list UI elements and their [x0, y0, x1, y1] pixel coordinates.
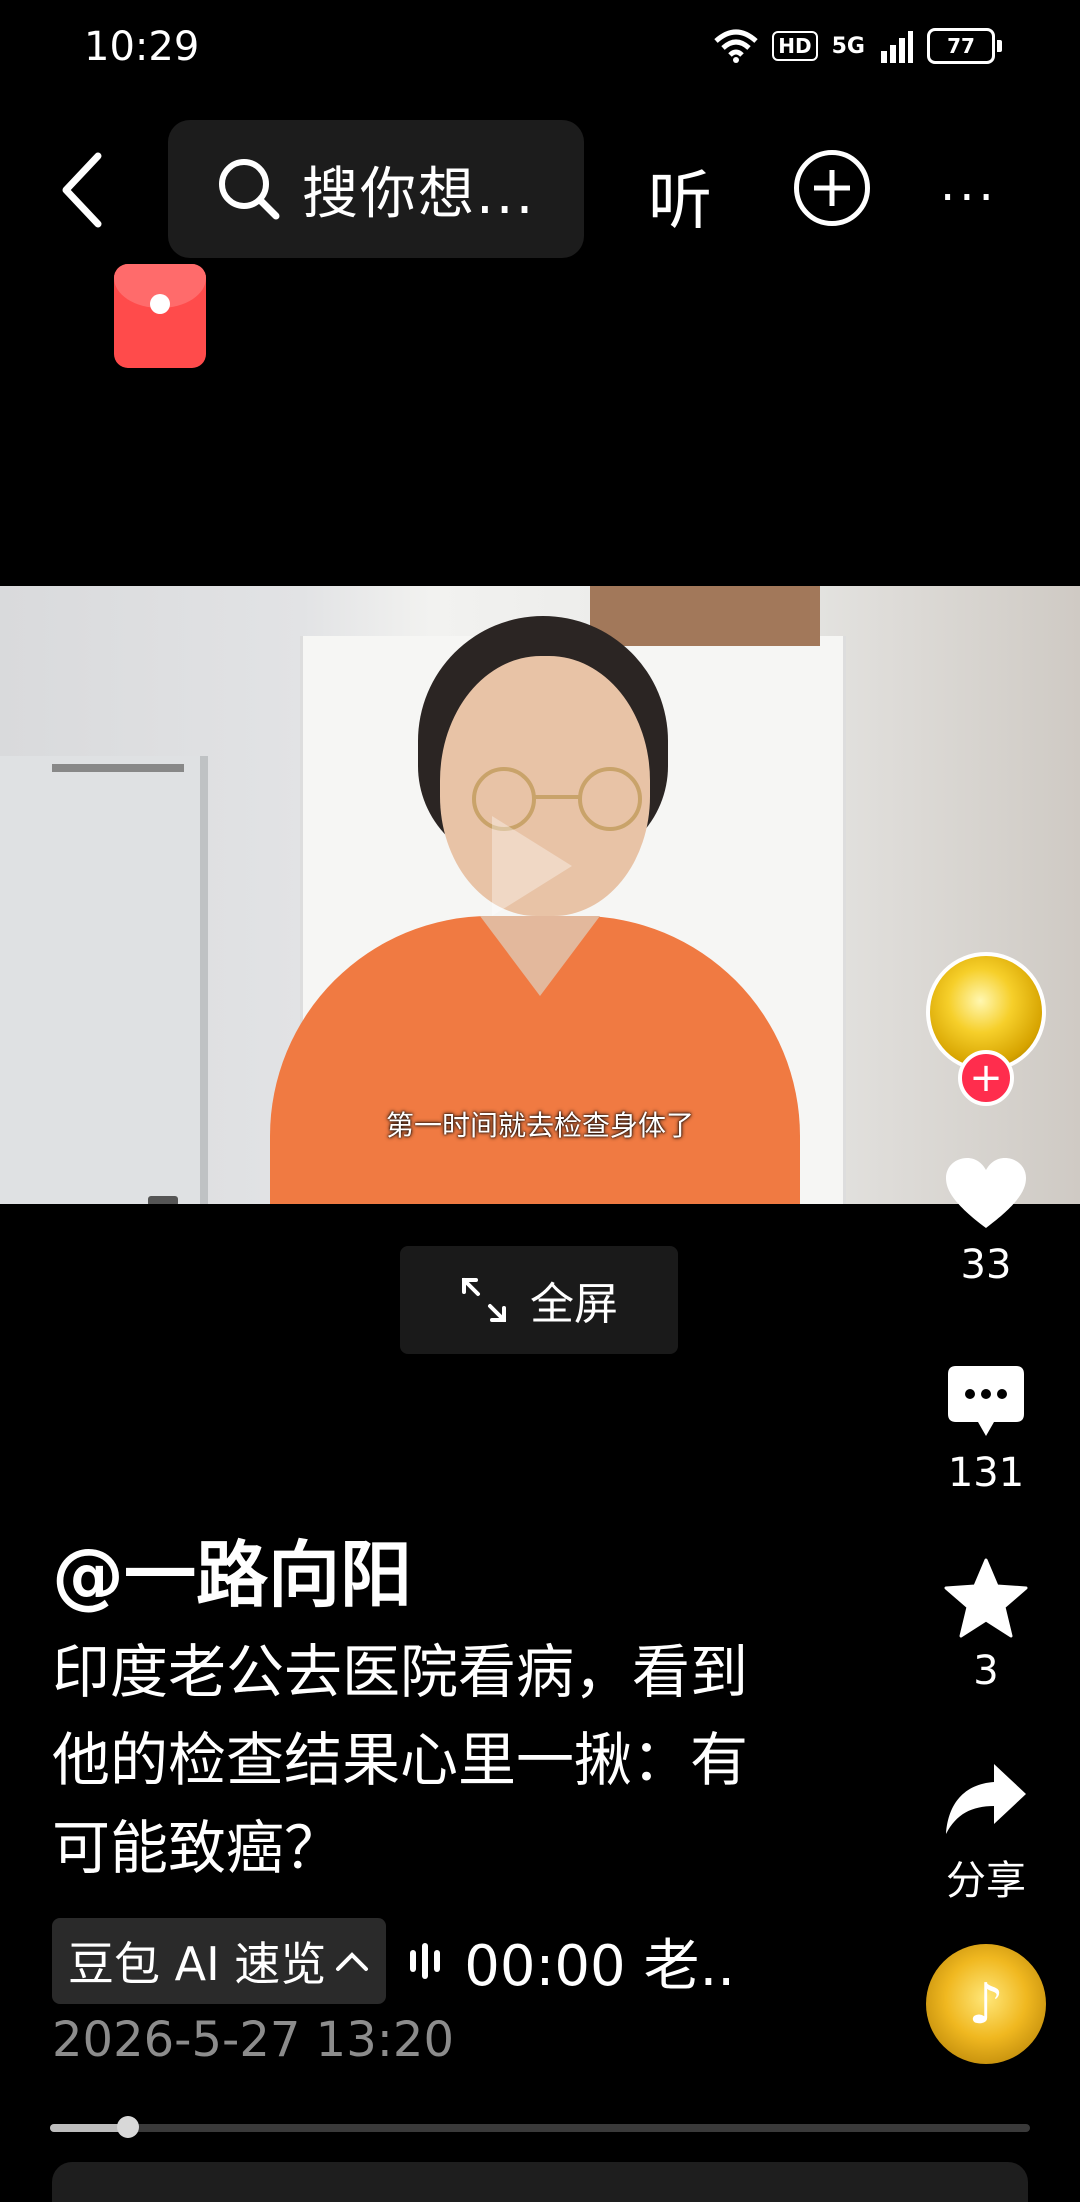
video-progress-bar[interactable] — [50, 2116, 1030, 2138]
fullscreen-button[interactable]: 全屏 — [400, 1246, 678, 1354]
status-bar: 10:29 HD 5G 77 — [0, 0, 1080, 100]
comment-button[interactable]: 131 — [936, 1364, 1036, 1496]
status-icons: HD 5G 77 — [714, 28, 1002, 64]
ai-summary-text: 00:00 老.. — [464, 1933, 736, 1999]
like-button[interactable]: 33 — [936, 1156, 1036, 1288]
music-disc-icon[interactable]: ♪ — [926, 1944, 1046, 2064]
ai-summary-row: 豆包 AI 速览 00:00 老.. — [52, 1918, 735, 2004]
hd-icon: HD — [772, 31, 818, 61]
chevron-up-icon — [336, 1952, 369, 1971]
progress-knob[interactable] — [117, 2116, 140, 2138]
signal-icon — [881, 31, 913, 63]
favorite-count: 3 — [973, 1648, 999, 1694]
comment-input-bar[interactable] — [52, 2162, 1028, 2202]
wifi-icon — [714, 29, 758, 63]
star-icon — [944, 1558, 1028, 1638]
red-packet-icon[interactable] — [114, 264, 206, 368]
comment-icon — [948, 1366, 1024, 1436]
video-player[interactable]: 第一时间就去检查身体了 — [0, 586, 1080, 1204]
post-caption: 印度老公去医院看病，看到他的检查结果心里一揪：有可能致癌？ — [52, 1638, 749, 1882]
network-label: 5G — [831, 33, 865, 59]
battery-icon: 77 — [927, 28, 1002, 64]
share-icon — [946, 1764, 1026, 1834]
author-name[interactable]: @一路向阳 — [52, 1516, 412, 1621]
plus-circle-icon[interactable] — [794, 150, 870, 226]
follow-plus-icon[interactable]: + — [958, 1050, 1014, 1106]
back-arrow-icon[interactable] — [54, 150, 114, 230]
play-icon[interactable] — [492, 816, 572, 916]
share-button[interactable]: 分享 — [936, 1762, 1036, 1906]
expand-icon — [462, 1278, 506, 1322]
battery-level: 77 — [927, 28, 995, 64]
fullscreen-label: 全屏 — [530, 1279, 618, 1330]
status-time: 10:29 — [84, 24, 200, 70]
heart-icon — [946, 1158, 1026, 1228]
share-label: 分享 — [946, 1858, 1026, 1904]
video-subtitle: 第一时间就去检查身体了 — [385, 1109, 694, 1142]
post-date: 2026-5-27 13:20 — [52, 2012, 454, 2068]
search-bar[interactable]: 搜你想... — [168, 120, 584, 258]
like-count: 33 — [960, 1242, 1012, 1288]
more-icon[interactable]: ··· — [940, 170, 998, 226]
listen-button[interactable]: 听 — [648, 150, 712, 242]
favorite-button[interactable]: 3 — [936, 1558, 1036, 1694]
comment-count: 131 — [947, 1450, 1025, 1496]
search-icon — [219, 159, 280, 220]
ai-summary-button[interactable]: 豆包 AI 速览 — [52, 1918, 387, 2004]
ai-summary-label: 豆包 AI 速览 — [68, 1937, 327, 1991]
audio-wave-icon — [410, 1943, 441, 1979]
search-placeholder: 搜你想... — [302, 161, 536, 227]
